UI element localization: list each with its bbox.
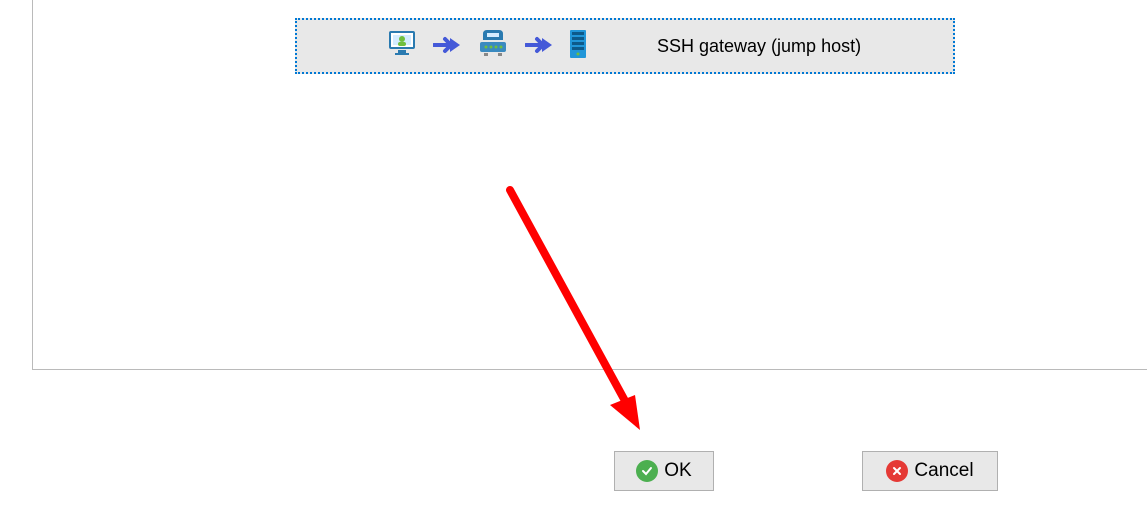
network-device-icon [477, 30, 509, 63]
check-icon [636, 460, 658, 482]
ssh-gateway-button[interactable]: SSH gateway (jump host) [295, 18, 955, 74]
user-monitor-icon [387, 30, 417, 63]
arrow-right-icon [525, 29, 553, 63]
ok-label: OK [664, 460, 691, 482]
close-icon [886, 460, 908, 482]
server-icon [569, 29, 587, 64]
ssh-gateway-label: SSH gateway (jump host) [657, 36, 861, 57]
cancel-label: Cancel [914, 460, 973, 482]
cancel-button[interactable]: Cancel [862, 451, 998, 491]
gateway-icon-row [387, 29, 587, 64]
ok-button[interactable]: OK [614, 451, 714, 491]
arrow-right-icon [433, 29, 461, 63]
